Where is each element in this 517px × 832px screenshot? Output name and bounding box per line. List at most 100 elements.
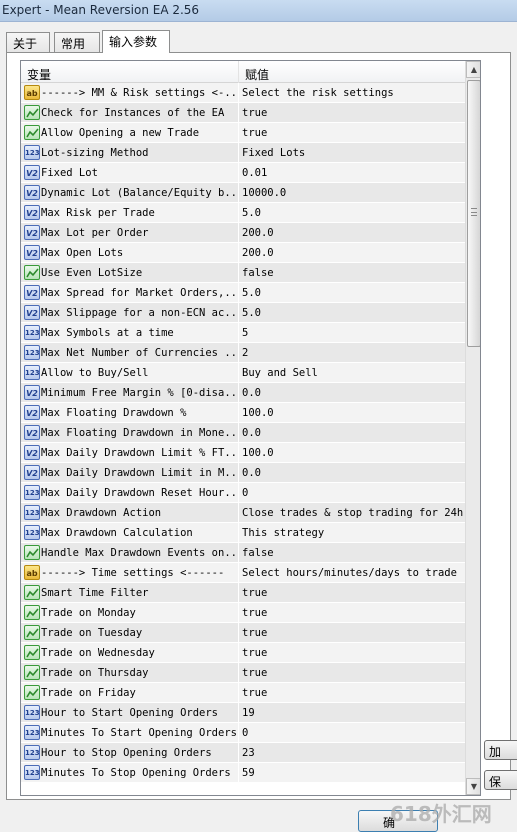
parameter-value[interactable]: Select hours/minutes/days to trade [239,563,465,583]
parameter-value[interactable]: Buy and Sell [239,363,465,383]
parameter-row[interactable]: V2 Max Daily Drawdown Limit in M... 0.0 [21,463,465,483]
parameter-name: Max Floating Drawdown in Mone... [41,423,239,443]
parameter-row[interactable]: 123 Max Daily Drawdown Reset Hour... 0 [21,483,465,503]
parameter-value[interactable]: 5 [239,323,465,343]
parameter-row[interactable]: V2 Max Daily Drawdown Limit % FT... 100.0 [21,443,465,463]
parameter-row[interactable]: Use Even LotSize false [21,263,465,283]
parameter-value[interactable]: true [239,623,465,643]
tab-common[interactable]: 常用 [54,32,100,52]
header-variable[interactable]: 变量 [21,61,239,83]
integer-type-icon: 123 [24,485,40,500]
tab-inputs[interactable]: 输入参数 [102,30,170,53]
integer-type-icon: 123 [24,725,40,740]
tab-about[interactable]: 关于 [6,32,50,52]
parameter-name: Trade on Thursday [41,663,239,683]
parameter-value[interactable]: 19 [239,703,465,723]
parameter-value[interactable]: 200.0 [239,223,465,243]
parameter-row[interactable]: V2 Max Floating Drawdown in Mone... 0.0 [21,423,465,443]
parameter-row[interactable]: Allow Opening a new Trade true [21,123,465,143]
parameter-value[interactable]: Fixed Lots [239,143,465,163]
double-type-icon: V2 [24,205,40,220]
header-value[interactable]: 赋值 [239,61,465,83]
parameter-value[interactable]: 5.0 [239,283,465,303]
parameter-value[interactable]: 0.01 [239,163,465,183]
parameter-row[interactable]: 123 Minutes To Start Opening Orders 0 [21,723,465,743]
parameter-name: Trade on Tuesday [41,623,239,643]
parameter-row[interactable]: Trade on Friday true [21,683,465,703]
parameter-row[interactable]: Smart Time Filter true [21,583,465,603]
parameter-value[interactable]: false [239,543,465,563]
parameter-value[interactable]: 10000.0 [239,183,465,203]
parameter-row[interactable]: V2 Fixed Lot 0.01 [21,163,465,183]
parameter-value[interactable]: 0 [239,483,465,503]
scrollbar-thumb[interactable] [467,80,480,347]
parameter-row[interactable]: Trade on Tuesday true [21,623,465,643]
parameter-name: Max Open Lots [41,243,239,263]
parameter-value[interactable]: 0.0 [239,383,465,403]
parameter-value[interactable]: This strategy [239,523,465,543]
parameter-row[interactable]: 123 Allow to Buy/Sell Buy and Sell [21,363,465,383]
parameter-row[interactable]: 123 Hour to Start Opening Orders 19 [21,703,465,723]
parameter-value[interactable]: true [239,663,465,683]
parameter-value[interactable]: false [239,263,465,283]
parameter-value[interactable]: 2 [239,343,465,363]
double-type-icon: V2 [24,405,40,420]
parameter-row[interactable]: V2 Max Slippage for a non-ECN ac... 5.0 [21,303,465,323]
parameter-row[interactable]: 123 Max Net Number of Currencies ... 2 [21,343,465,363]
parameter-row[interactable]: V2 Max Floating Drawdown % 100.0 [21,403,465,423]
parameter-value[interactable]: true [239,683,465,703]
double-type-icon: V2 [24,225,40,240]
parameter-row[interactable]: Trade on Monday true [21,603,465,623]
parameter-value[interactable]: true [239,603,465,623]
parameter-value[interactable]: 5.0 [239,203,465,223]
parameter-name: Hour to Stop Opening Orders [41,743,239,763]
parameter-row[interactable]: ab ------> MM & Risk settings <-... Select… [21,83,465,103]
scroll-down-button[interactable]: ▼ [466,778,480,795]
parameter-value[interactable]: true [239,583,465,603]
parameter-value[interactable]: 200.0 [239,243,465,263]
parameter-row[interactable]: V2 Max Lot per Order 200.0 [21,223,465,243]
parameter-row[interactable]: V2 Max Risk per Trade 5.0 [21,203,465,223]
parameter-name: Max Spread for Market Orders,... [41,283,239,303]
parameter-row[interactable]: 123 Lot-sizing Method Fixed Lots [21,143,465,163]
parameter-name: Max Symbols at a time [41,323,239,343]
parameter-value[interactable]: 0.0 [239,423,465,443]
parameter-row[interactable]: 123 Minutes To Stop Opening Orders 59 [21,763,465,783]
parameter-value[interactable]: Select the risk settings [239,83,465,103]
parameter-value[interactable]: true [239,123,465,143]
parameter-row[interactable]: Handle Max Drawdown Events on... false [21,543,465,563]
parameter-row[interactable]: V2 Minimum Free Margin % [0-disa... 0.0 [21,383,465,403]
vertical-scrollbar[interactable]: ▲ ▼ [465,61,480,795]
parameter-row[interactable]: Trade on Wednesday true [21,643,465,663]
scroll-up-button[interactable]: ▲ [466,61,480,78]
load-button[interactable]: 加 [484,740,517,760]
parameter-name: Use Even LotSize [41,263,239,283]
parameter-value[interactable]: 0.0 [239,463,465,483]
parameter-row[interactable]: 123 Hour to Stop Opening Orders 23 [21,743,465,763]
parameter-row[interactable]: V2 Dynamic Lot (Balance/Equity b... 10000.… [21,183,465,203]
parameter-row[interactable]: 123 Max Drawdown Action Close trades & sto… [21,503,465,523]
save-button[interactable]: 保 [484,770,517,790]
parameter-value[interactable]: 59 [239,763,465,783]
parameter-row[interactable]: 123 Max Drawdown Calculation This strategy [21,523,465,543]
parameter-value[interactable]: 23 [239,743,465,763]
parameter-row[interactable]: V2 Max Open Lots 200.0 [21,243,465,263]
parameter-value[interactable]: Close trades & stop trading for 24h [239,503,465,523]
parameter-value[interactable]: 0 [239,723,465,743]
parameter-name: Handle Max Drawdown Events on... [41,543,239,563]
parameter-name: Max Lot per Order [41,223,239,243]
parameter-value[interactable]: 100.0 [239,443,465,463]
parameter-name: Max Drawdown Action [41,503,239,523]
parameter-row[interactable]: 123 Max Symbols at a time 5 [21,323,465,343]
parameter-row[interactable]: Trade on Thursday true [21,663,465,683]
parameter-name: Trade on Wednesday [41,643,239,663]
parameter-row[interactable]: V2 Max Spread for Market Orders,... 5.0 [21,283,465,303]
parameter-value[interactable]: true [239,103,465,123]
bool-type-icon [24,625,40,640]
parameter-value[interactable]: true [239,643,465,663]
parameter-row[interactable]: ab ------> Time settings <------ Select ho… [21,563,465,583]
parameter-value[interactable]: 5.0 [239,303,465,323]
integer-type-icon: 123 [24,365,40,380]
parameter-value[interactable]: 100.0 [239,403,465,423]
parameter-row[interactable]: Check for Instances of the EA true [21,103,465,123]
